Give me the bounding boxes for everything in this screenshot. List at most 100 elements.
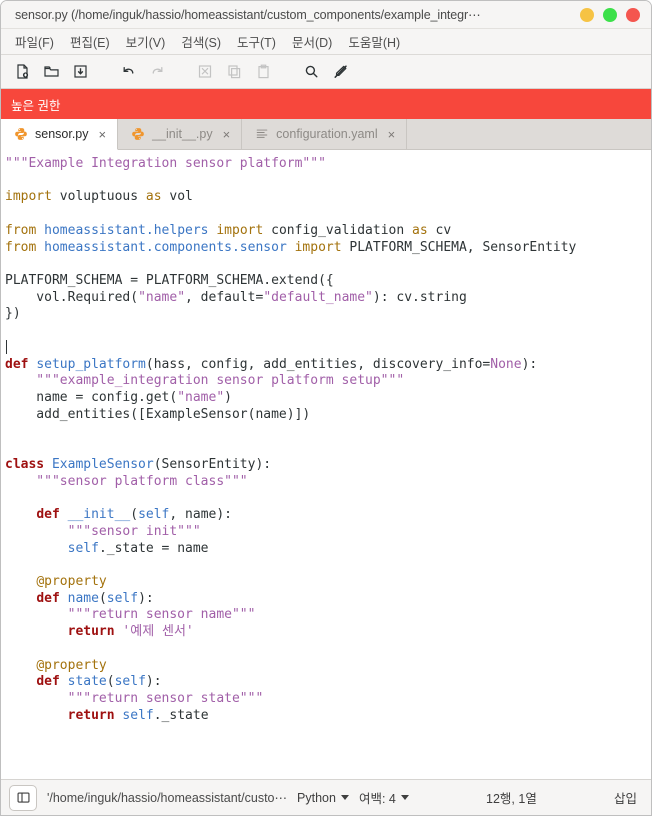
code-token: ): xyxy=(138,590,154,606)
tab-label: __init__.py xyxy=(152,127,213,141)
code-line: """sensor init""" xyxy=(5,524,651,541)
code-token: return xyxy=(67,707,115,723)
code-token: as xyxy=(145,189,162,205)
code-token: PLATFORM_SCHEMA, SensorEntity xyxy=(341,239,577,255)
close-button[interactable] xyxy=(626,7,640,22)
code-token: """return sensor state""" xyxy=(5,691,264,706)
banner-label: 높은 권한 xyxy=(11,98,61,113)
code-token: ( xyxy=(98,590,107,606)
code-token: PLATFORM_SCHEMA = PLATFORM_SCHEMA.extend… xyxy=(5,273,334,289)
paste-button[interactable] xyxy=(250,59,276,85)
search-icon[interactable] xyxy=(298,59,324,85)
menu-item-tools[interactable]: 도구(T) xyxy=(229,30,284,53)
menu-bar: 파일(F) 편집(E) 보기(V) 검색(S) 도구(T) 문서(D) 도움말(… xyxy=(1,29,651,55)
save-button[interactable] xyxy=(67,59,93,85)
tab-configuration-yaml[interactable]: configuration.yaml × xyxy=(242,119,408,149)
code-token: import xyxy=(5,189,52,205)
code-token: config_validation xyxy=(263,222,413,238)
code-token: self xyxy=(122,707,154,723)
cut-button[interactable] xyxy=(192,59,218,85)
menu-item-view[interactable]: 보기(V) xyxy=(118,30,174,53)
code-token: from xyxy=(5,239,37,255)
menu-item-search[interactable]: 검색(S) xyxy=(173,30,229,53)
code-token: """return sensor name""" xyxy=(5,607,256,623)
code-line: @property xyxy=(5,658,651,675)
code-line: def state(self): xyxy=(5,674,651,691)
code-line: from homeassistant.helpers import config… xyxy=(5,223,651,240)
indent-selector[interactable]: 여백: 4 xyxy=(359,788,409,807)
side-panel-toggle-icon[interactable] xyxy=(9,784,37,811)
title-bar: sensor.py (/home/inguk/hassio/homeassist… xyxy=(1,1,651,29)
language-label: Python xyxy=(297,790,336,805)
code-line: def setup_platform(hass, config, add_ent… xyxy=(5,357,651,374)
file-path-label: '/home/inguk/hassio/homeassistant/custo⋯ xyxy=(47,791,288,805)
menu-item-file[interactable]: 파일(F) xyxy=(7,30,62,53)
code-token: ): xyxy=(145,674,162,690)
code-token: state xyxy=(67,674,107,690)
tab-sensor-py[interactable]: sensor.py × xyxy=(1,119,119,150)
code-line: def __init__(self, name): xyxy=(5,507,651,524)
code-token: voluptuous xyxy=(51,189,146,205)
code-token: import xyxy=(294,239,342,255)
toolbar xyxy=(1,55,651,89)
code-token: ( xyxy=(130,507,139,523)
undo-button[interactable] xyxy=(115,59,141,85)
code-text[interactable]: """Example Integration sensor platform""… xyxy=(5,156,651,724)
close-icon[interactable]: × xyxy=(222,128,232,141)
toolbar-search-group xyxy=(298,59,353,85)
code-token: @property xyxy=(36,573,107,589)
cursor-position-label: 12행, 1열 xyxy=(486,792,537,806)
code-token: from xyxy=(5,222,37,238)
text-cursor xyxy=(6,339,7,354)
code-token: cv xyxy=(427,222,452,238)
code-token: def xyxy=(36,674,60,690)
code-line: """return sensor state""" xyxy=(5,691,651,708)
code-token: __init__ xyxy=(67,507,131,523)
tab-label: configuration.yaml xyxy=(276,127,378,141)
elevated-privileges-banner: 높은 권한 xyxy=(1,89,651,119)
code-token: def xyxy=(5,356,29,372)
language-selector[interactable]: Python xyxy=(297,791,349,805)
new-file-button[interactable] xyxy=(9,59,35,85)
code-token: name = config.get( xyxy=(5,390,178,406)
code-token: "default_name" xyxy=(263,289,373,305)
code-line: return self._state xyxy=(5,708,651,725)
code-token: "name" xyxy=(177,390,225,406)
indent-label: 여백: 4 xyxy=(358,792,396,806)
python-icon xyxy=(130,127,145,142)
close-icon[interactable]: × xyxy=(387,128,397,141)
code-token: self xyxy=(67,540,99,556)
menu-item-help[interactable]: 도움말(H) xyxy=(340,30,408,53)
menu-item-documents[interactable]: 문서(D) xyxy=(284,30,340,53)
tab-init-py[interactable]: __init__.py × xyxy=(118,119,243,149)
code-token: as xyxy=(412,222,428,238)
open-folder-button[interactable] xyxy=(38,59,64,85)
code-token: '예제 센서' xyxy=(122,624,194,640)
redo-button[interactable] xyxy=(144,59,170,85)
tab-bar-filler xyxy=(407,119,651,149)
code-line: """example_integration sensor platform s… xyxy=(5,373,651,390)
code-token: , default= xyxy=(185,289,264,305)
editor-area[interactable]: """Example Integration sensor platform""… xyxy=(1,150,651,779)
python-icon xyxy=(13,127,28,142)
copy-button[interactable] xyxy=(221,59,247,85)
maximize-button[interactable] xyxy=(603,7,617,22)
close-icon[interactable]: × xyxy=(98,128,108,141)
menu-item-edit[interactable]: 편집(E) xyxy=(62,30,118,53)
code-token: def xyxy=(36,507,60,523)
highlight-off-icon[interactable] xyxy=(327,59,353,85)
minimize-button[interactable] xyxy=(580,7,594,22)
toolbar-history-group xyxy=(115,59,170,85)
code-token: self xyxy=(114,674,146,690)
